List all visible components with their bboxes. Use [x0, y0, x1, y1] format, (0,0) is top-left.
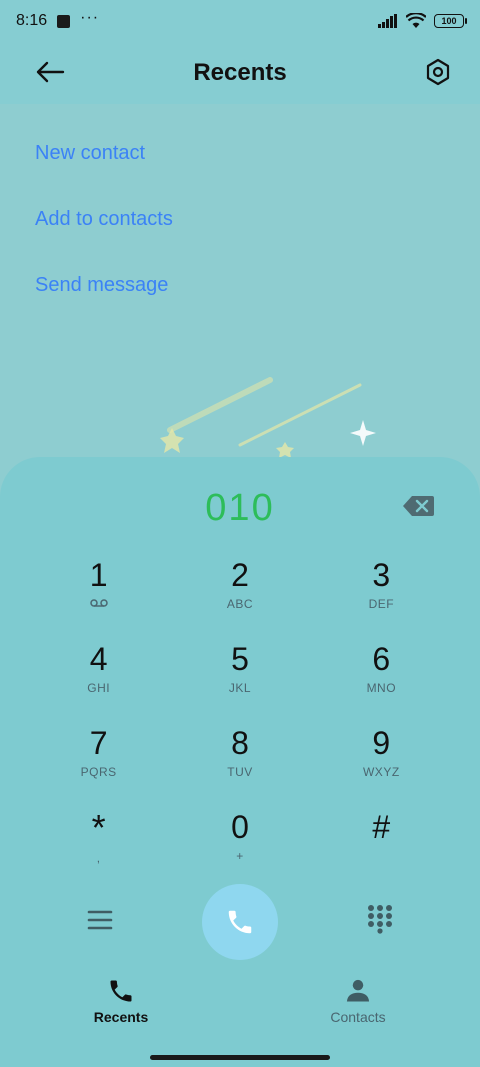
key-digit: 2	[231, 557, 249, 593]
menu-button[interactable]	[86, 906, 114, 934]
phone-tab-icon	[110, 980, 132, 1002]
key-digit: 5	[231, 641, 249, 677]
new-contact-link[interactable]: New contact	[35, 138, 173, 204]
key-2[interactable]: 2 ABC	[169, 549, 310, 629]
key-9[interactable]: 9 WXYZ	[311, 717, 452, 797]
tab-recents-label: Recents	[93, 1009, 149, 1025]
key-digit: #	[372, 809, 391, 845]
key-digit: 6	[372, 641, 391, 677]
phone-icon	[228, 910, 252, 934]
key-digit: 4	[89, 641, 108, 677]
key-digit: 9	[372, 725, 391, 761]
key-letters: WXYZ	[362, 765, 400, 779]
key-letters: MNO	[366, 681, 397, 695]
key-8[interactable]: 8 TUV	[169, 717, 310, 797]
backspace-button[interactable]	[402, 495, 434, 519]
key-letters: GHI	[87, 681, 111, 695]
hamburger-menu-icon	[87, 910, 113, 930]
key-digit: 3	[372, 557, 391, 593]
key-digit: 1	[89, 557, 108, 593]
key-5[interactable]: 5 JKL	[169, 633, 310, 713]
key-3[interactable]: 3 DEF	[311, 549, 452, 629]
battery-icon: 100	[434, 14, 467, 28]
home-indicator[interactable]	[150, 1055, 330, 1060]
key-letters: TUV	[227, 765, 253, 779]
key-letters: JKL	[228, 681, 252, 695]
key-digit: 8	[231, 725, 249, 761]
key-6[interactable]: 6 MNO	[311, 633, 452, 713]
call-button[interactable]	[202, 884, 278, 960]
send-message-link[interactable]: Send message	[35, 270, 173, 336]
notification-icon	[57, 14, 71, 28]
key-7[interactable]: 7 PQRS	[28, 717, 169, 797]
more-notifications-icon: ···	[80, 9, 100, 26]
key-digit: 7	[89, 725, 108, 761]
key-digit: 0	[231, 809, 249, 845]
dialer-actions	[0, 884, 480, 960]
shooting-stars-decoration	[160, 377, 376, 458]
signal-icon	[378, 14, 397, 28]
key-star[interactable]: * ,	[28, 801, 169, 881]
keypad: 1 2 ABC 3 DEF 4 GHI 5 JKL 6 MNO 7 PQRS 8…	[28, 549, 452, 881]
key-letters: ,	[96, 851, 101, 865]
bottom-tab-bar: Recents Contacts	[0, 969, 480, 1067]
add-to-contacts-link[interactable]: Add to contacts	[35, 204, 173, 270]
wifi-icon	[406, 13, 426, 28]
settings-button[interactable]	[420, 54, 456, 90]
key-hash[interactable]: #	[311, 801, 452, 881]
key-letters: +	[236, 849, 244, 863]
voicemail-icon	[89, 597, 108, 611]
dialpad-toggle-button[interactable]	[366, 904, 394, 934]
arrow-left-icon	[36, 61, 65, 83]
back-button[interactable]	[32, 54, 68, 90]
dialpad-icon	[368, 905, 392, 934]
backspace-icon	[403, 496, 434, 516]
status-time: 8:16	[16, 12, 48, 29]
person-icon	[346, 979, 370, 1002]
dialer-panel: 010 1 2 ABC 3 DEF 4 GHI 5 JKL 6 MNO 7 PQ…	[0, 457, 480, 969]
settings-icon	[426, 58, 450, 86]
tab-contacts-label: Contacts	[330, 1009, 386, 1025]
header: Recents	[0, 42, 480, 104]
tab-contacts[interactable]: Contacts	[288, 977, 428, 1025]
key-1[interactable]: 1	[28, 549, 169, 629]
tab-recents[interactable]: Recents	[51, 977, 191, 1025]
status-bar: 8:16 ··· 100	[0, 0, 480, 42]
key-letters: ABC	[226, 597, 254, 611]
key-letters: DEF	[368, 597, 395, 611]
key-digit: *	[91, 807, 106, 848]
page-title: Recents	[193, 59, 287, 86]
recent-options: New contact Add to contacts Send message	[35, 138, 173, 336]
key-letters: PQRS	[80, 765, 117, 779]
key-4[interactable]: 4 GHI	[28, 633, 169, 713]
key-0[interactable]: 0 +	[169, 801, 310, 881]
